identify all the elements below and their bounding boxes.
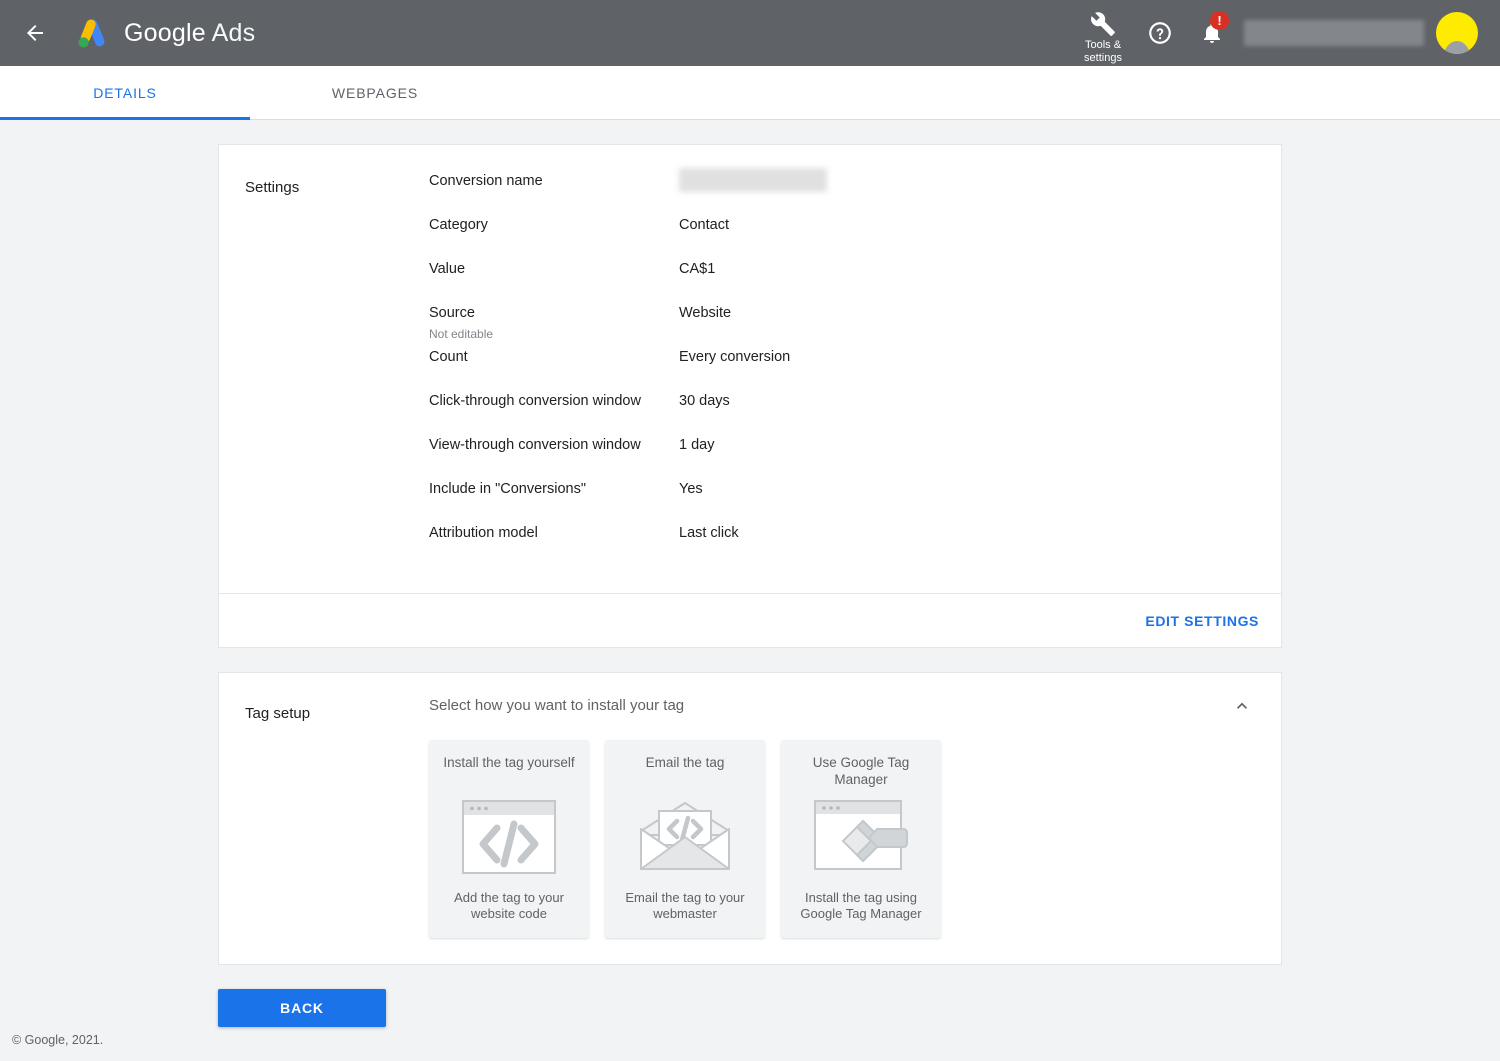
- brand-ads: Ads: [211, 18, 256, 47]
- envelope-code-icon: [637, 798, 733, 876]
- settings-row: Value CA$1: [429, 259, 1257, 303]
- tile-title: Install the tag yourself: [443, 755, 575, 770]
- account-info-redacted[interactable]: [1244, 20, 1424, 46]
- settings-row: View-through conversion window 1 day: [429, 435, 1257, 479]
- tag-setup-content: Select how you want to install your tag …: [429, 697, 1281, 938]
- row-key: Attribution model: [429, 523, 679, 543]
- settings-row: Category Contact: [429, 215, 1257, 259]
- row-key-text: Count: [429, 349, 468, 365]
- browser-code-icon: [461, 798, 557, 876]
- edit-settings-link[interactable]: EDIT SETTINGS: [1145, 613, 1259, 629]
- footer-copyright: © Google, 2021.: [12, 1033, 104, 1047]
- notifications-button[interactable]: !: [1186, 0, 1238, 66]
- row-key-text: View-through conversion window: [429, 437, 641, 453]
- settings-rows: Conversion name Category Contact Value C…: [429, 168, 1281, 567]
- tag-setup-card: Tag setup Select how you want to install…: [218, 672, 1282, 965]
- row-value: Contact: [679, 217, 729, 233]
- tag-setup-subtitle: Select how you want to install your tag: [429, 697, 685, 714]
- settings-card: Settings Conversion name Category Contac…: [218, 144, 1282, 648]
- header-actions: Tools & settings !: [1072, 0, 1500, 66]
- back-button[interactable]: BACK: [218, 989, 386, 1027]
- row-key-text: Category: [429, 217, 488, 233]
- tools-and-settings-button[interactable]: Tools & settings: [1072, 0, 1134, 66]
- row-key: Click-through conversion window: [429, 391, 679, 411]
- tab-webpages[interactable]: WEBPAGES: [250, 66, 500, 119]
- tile-description: Email the tag to your webmaster: [625, 890, 745, 921]
- tile-title: Email the tag: [645, 755, 725, 770]
- settings-card-body: Settings Conversion name Category Contac…: [219, 145, 1281, 593]
- tools-label-line1: Tools &: [1084, 39, 1122, 51]
- row-value: Website: [679, 305, 732, 321]
- back-arrow-icon[interactable]: [20, 18, 50, 48]
- row-value: Last click: [679, 525, 739, 541]
- row-key: Source Not editable: [429, 303, 679, 344]
- tools-label: Tools & settings: [1084, 39, 1122, 65]
- row-value: CA$1: [679, 261, 716, 277]
- help-button[interactable]: [1134, 0, 1186, 66]
- row-key-text: Source: [429, 305, 475, 321]
- tag-option-tiles: Install the tag yourself Add the tag to …: [429, 740, 1221, 938]
- row-value: Every conversion: [679, 349, 791, 365]
- brand-title: Google Ads: [124, 19, 255, 48]
- row-key-text: Attribution model: [429, 525, 538, 541]
- wrench-icon: [1091, 12, 1115, 36]
- page-actions: BACK: [218, 989, 1282, 1027]
- tools-label-line2: settings: [1084, 52, 1122, 64]
- tag-setup-body: Tag setup Select how you want to install…: [219, 673, 1281, 964]
- main-content: Settings Conversion name Category Contac…: [0, 120, 1500, 1061]
- row-value: 30 days: [679, 393, 730, 409]
- help-circle-icon: [1149, 22, 1171, 44]
- settings-row: Count Every conversion: [429, 347, 1257, 391]
- row-key: View-through conversion window: [429, 435, 679, 455]
- tab-bar: DETAILS WEBPAGES: [0, 66, 1500, 120]
- row-key: Include in "Conversions": [429, 479, 679, 499]
- row-key: Value: [429, 259, 679, 279]
- row-key-text: Include in "Conversions": [429, 481, 586, 497]
- settings-section-label: Settings: [245, 179, 300, 196]
- app-header: Google Ads Tools & settings !: [0, 0, 1500, 66]
- google-ads-logo-icon: [78, 19, 105, 48]
- tag-setup-section-label: Tag setup: [245, 705, 311, 722]
- row-key-text: Click-through conversion window: [429, 393, 641, 409]
- tile-email-the-tag[interactable]: Email the tag Email the tag to your webm…: [605, 740, 765, 938]
- tile-install-tag-yourself[interactable]: Install the tag yourself Add the tag to …: [429, 740, 589, 938]
- row-value: Yes: [679, 481, 703, 497]
- row-key: Conversion name: [429, 171, 679, 191]
- row-key: Category: [429, 215, 679, 235]
- settings-row: Attribution model Last click: [429, 523, 1257, 567]
- row-key-text: Conversion name: [429, 173, 543, 189]
- tile-use-google-tag-manager[interactable]: Use Google Tag Manager Install the tag u…: [781, 740, 941, 938]
- avatar[interactable]: [1436, 12, 1478, 54]
- settings-row: Conversion name: [429, 168, 1257, 215]
- row-key-text: Value: [429, 261, 466, 277]
- google-ads-brand[interactable]: Google Ads: [74, 17, 255, 49]
- notification-badge: !: [1210, 11, 1229, 30]
- row-key: Count: [429, 347, 679, 367]
- tile-description: Install the tag using Google Tag Manager: [800, 890, 922, 921]
- row-value: 1 day: [679, 437, 715, 453]
- tag-manager-icon: [813, 798, 909, 876]
- settings-row: Include in "Conversions" Yes: [429, 479, 1257, 523]
- settings-card-footer: EDIT SETTINGS: [219, 593, 1281, 647]
- row-key-subtext: Not editable: [429, 327, 494, 341]
- tab-details[interactable]: DETAILS: [0, 66, 250, 120]
- brand-google: Google: [124, 18, 206, 47]
- chevron-up-icon[interactable]: [1227, 691, 1257, 721]
- tile-description: Add the tag to your website code: [454, 890, 564, 921]
- tile-title: Use Google Tag Manager: [812, 755, 910, 787]
- conversion-name-redacted: [679, 168, 827, 192]
- settings-row: Source Not editable Website: [429, 303, 1257, 347]
- settings-row: Click-through conversion window 30 days: [429, 391, 1257, 435]
- row-value: [679, 168, 827, 192]
